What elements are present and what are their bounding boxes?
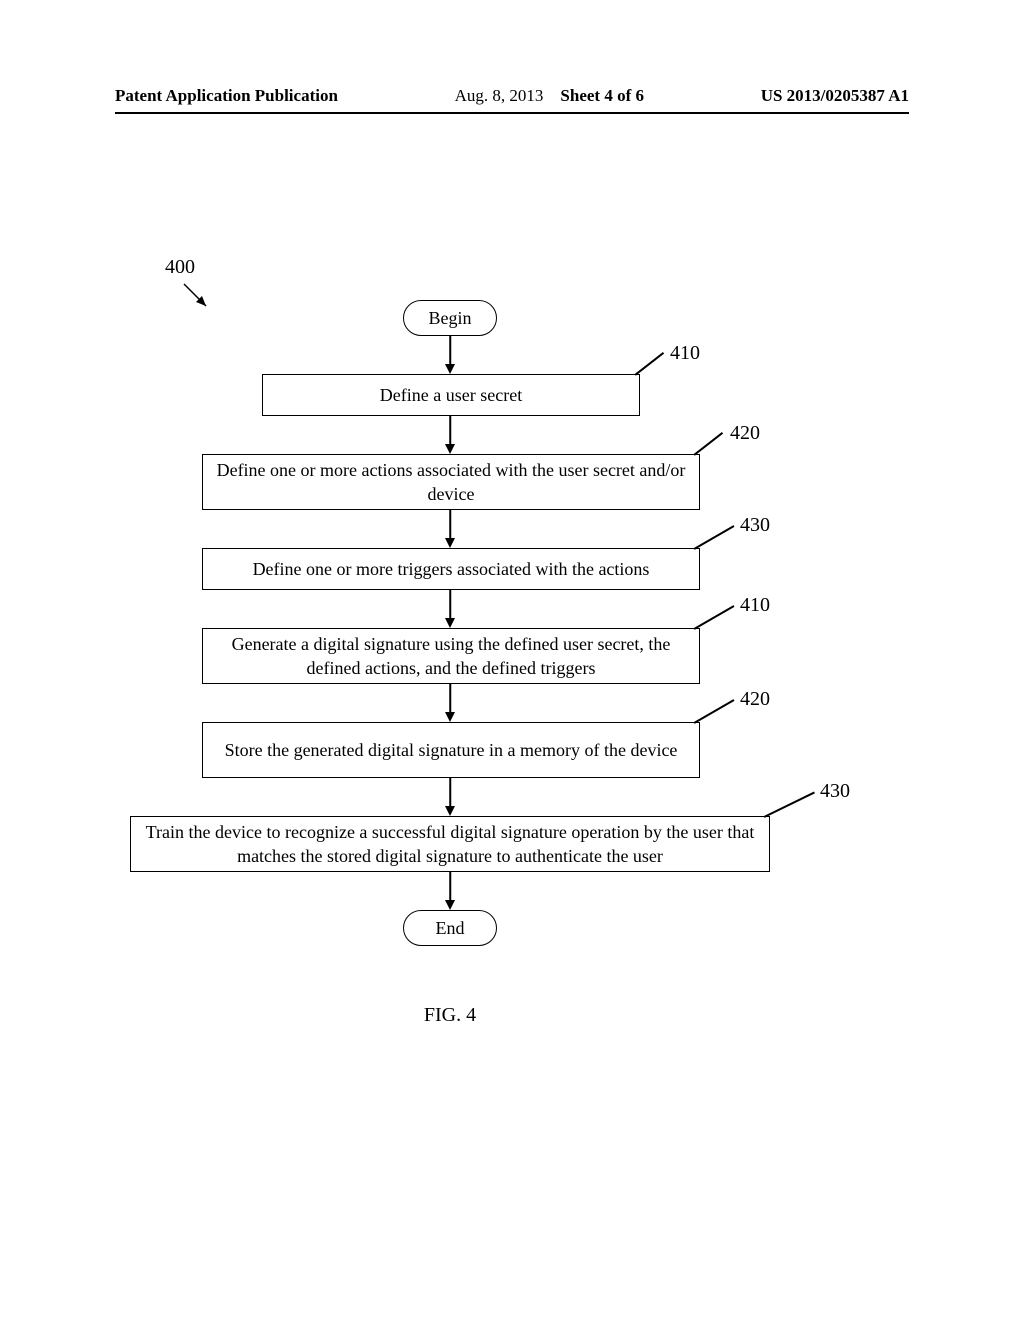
arrow-head-icon xyxy=(445,712,455,722)
arrow xyxy=(449,872,451,900)
ref-leader xyxy=(694,699,735,723)
begin-node: Begin xyxy=(403,300,497,336)
arrow-head-icon xyxy=(445,538,455,548)
arrow-head-icon xyxy=(445,900,455,910)
arrow xyxy=(449,336,451,364)
ref-410-b: 410 xyxy=(740,594,770,617)
step-6: Train the device to recognize a successf… xyxy=(130,816,770,872)
step-6-text: Train the device to recognize a successf… xyxy=(141,820,759,869)
arrow xyxy=(449,590,451,618)
ref-leader xyxy=(694,432,723,455)
arrow-head-icon xyxy=(445,618,455,628)
arrow xyxy=(449,684,451,712)
end-text: End xyxy=(436,918,465,939)
header-left: Patent Application Publication xyxy=(115,86,338,106)
arrow-head-icon xyxy=(445,364,455,374)
header-sheet: Sheet 4 of 6 xyxy=(560,86,644,105)
ref-leader xyxy=(764,792,815,818)
step-2: Define one or more actions associated wi… xyxy=(202,454,700,510)
ref-leader xyxy=(694,525,735,549)
header-pubno: US 2013/0205387 A1 xyxy=(761,86,909,106)
arrow xyxy=(449,510,451,538)
step-3: Define one or more triggers associated w… xyxy=(202,548,700,590)
page-header: Patent Application Publication Aug. 8, 2… xyxy=(115,86,909,114)
ref-400-label: 400 xyxy=(165,256,195,279)
arrow-head-icon xyxy=(445,806,455,816)
ref-410-a: 410 xyxy=(670,342,700,365)
ref-leader xyxy=(694,605,735,629)
step-5-text: Store the generated digital signature in… xyxy=(225,738,678,762)
step-4: Generate a digital signature using the d… xyxy=(202,628,700,684)
ref-430-b: 430 xyxy=(820,780,850,803)
end-node: End xyxy=(403,910,497,946)
header-center: Aug. 8, 2013 Sheet 4 of 6 xyxy=(455,86,644,106)
step-5: Store the generated digital signature in… xyxy=(202,722,700,778)
arrow xyxy=(449,416,451,444)
begin-text: Begin xyxy=(429,308,472,329)
step-2-text: Define one or more actions associated wi… xyxy=(213,458,689,507)
arrow xyxy=(449,778,451,806)
ref-430-a: 430 xyxy=(740,514,770,537)
step-4-text: Generate a digital signature using the d… xyxy=(213,632,689,681)
ref-leader xyxy=(635,352,664,375)
header-date: Aug. 8, 2013 xyxy=(455,86,544,105)
ref-420-b: 420 xyxy=(740,688,770,711)
arrow-head-icon xyxy=(445,444,455,454)
step-3-text: Define one or more triggers associated w… xyxy=(253,557,650,581)
step-1-text: Define a user secret xyxy=(380,383,522,407)
step-1: Define a user secret xyxy=(262,374,640,416)
ref-420-a: 420 xyxy=(730,422,760,445)
ref-400-arrow xyxy=(180,280,220,320)
figure-caption: FIG. 4 xyxy=(130,1004,770,1027)
